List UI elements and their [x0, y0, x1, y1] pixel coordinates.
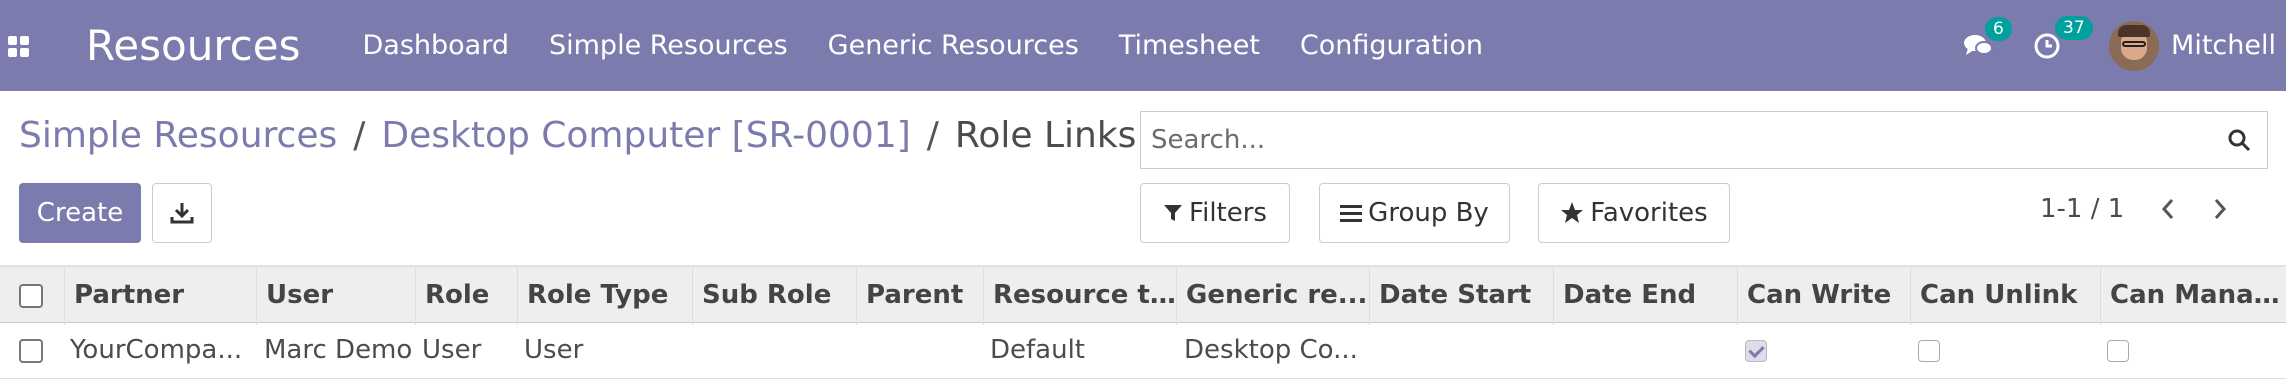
select-all-checkbox[interactable]: [19, 284, 43, 308]
navbar-right: 6 37 Mitchell: [1963, 0, 2286, 91]
search-input[interactable]: [1141, 114, 2227, 166]
cell-generic-resource: Desktop Co...: [1184, 335, 1358, 365]
breadcrumb-current: Role Links: [954, 115, 1137, 156]
activities-button[interactable]: 37: [2033, 15, 2093, 60]
header-sub-role[interactable]: Sub Role: [702, 280, 852, 310]
filters-label: Filters: [1189, 198, 1267, 228]
header-date-start[interactable]: Date Start: [1379, 280, 1554, 310]
breadcrumb-separator: /: [353, 115, 366, 156]
chevron-left-icon: [2162, 199, 2174, 219]
breadcrumb: Simple Resources / Desktop Computer [SR-00…: [19, 115, 1136, 156]
list-icon: [1340, 205, 1363, 222]
menu-timesheet[interactable]: Timesheet: [1119, 30, 1260, 61]
breadcrumb-desktop-computer[interactable]: Desktop Computer [SR-0001]: [381, 115, 910, 156]
filters-button[interactable]: Filters: [1140, 183, 1290, 243]
menu-configuration[interactable]: Configuration: [1300, 30, 1483, 61]
header-user[interactable]: User: [266, 280, 416, 310]
search-icon[interactable]: [2227, 128, 2251, 152]
header-date-end[interactable]: Date End: [1563, 280, 1738, 310]
pager-value[interactable]: 1-1 / 1: [2040, 194, 2124, 224]
header-generic-resource[interactable]: Generic re...: [1186, 280, 1371, 310]
messages-button[interactable]: 6: [1963, 16, 2012, 59]
search-box: [1140, 111, 2268, 169]
create-button[interactable]: Create: [19, 183, 141, 243]
header-resource-type[interactable]: Resource t...: [993, 280, 1178, 310]
row-select-checkbox[interactable]: [19, 339, 43, 363]
cell-resource-type: Default: [990, 335, 1085, 365]
breadcrumb-simple-resources[interactable]: Simple Resources: [19, 115, 337, 156]
pager-next-button[interactable]: [2212, 197, 2228, 221]
apps-menu-icon[interactable]: [8, 35, 29, 57]
favorites-button[interactable]: Favorites: [1538, 183, 1730, 243]
table-row[interactable]: YourCompa... Marc Demo User User Default…: [0, 323, 2286, 379]
export-button[interactable]: [152, 183, 212, 243]
cell-partner: YourCompa...: [70, 335, 243, 365]
can-write-checkbox[interactable]: [1745, 340, 1767, 362]
download-icon: [170, 203, 194, 224]
group-by-button[interactable]: Group By: [1319, 183, 1510, 243]
table-header: Partner User Role Role Type Sub Role Par…: [0, 265, 2286, 325]
can-unlink-checkbox[interactable]: [1918, 340, 1940, 362]
chevron-right-icon: [2215, 199, 2227, 219]
user-avatar[interactable]: [2109, 20, 2160, 71]
pager: 1-1 / 1: [2040, 194, 2228, 224]
group-by-label: Group By: [1368, 198, 1489, 228]
header-can-manage[interactable]: Can Manag...: [2110, 280, 2286, 310]
activities-count-badge: 37: [2055, 15, 2093, 40]
can-manage-checkbox[interactable]: [2107, 340, 2129, 362]
breadcrumb-separator: /: [926, 115, 939, 156]
menu-generic-resources[interactable]: Generic Resources: [828, 30, 1079, 61]
header-role-type[interactable]: Role Type: [527, 280, 687, 310]
header-can-unlink[interactable]: Can Unlink: [1920, 280, 2095, 310]
user-name[interactable]: Mitchell: [2171, 30, 2276, 61]
top-navbar: Resources Dashboard Simple Resources Gen…: [0, 0, 2286, 91]
menu-simple-resources[interactable]: Simple Resources: [549, 30, 788, 61]
app-brand[interactable]: Resources: [86, 21, 301, 70]
favorites-label: Favorites: [1590, 198, 1708, 228]
cell-role: User: [422, 335, 482, 365]
main-menu: Dashboard Simple Resources Generic Resou…: [363, 30, 1524, 61]
header-partner[interactable]: Partner: [74, 280, 254, 310]
header-parent[interactable]: Parent: [866, 280, 981, 310]
star-icon: [1561, 202, 1584, 223]
filter-icon: [1164, 205, 1183, 221]
menu-dashboard[interactable]: Dashboard: [363, 30, 509, 61]
messages-count-badge: 6: [1985, 16, 2012, 41]
cell-user: Marc Demo: [264, 335, 413, 365]
header-can-write[interactable]: Can Write: [1747, 280, 1907, 310]
header-role[interactable]: Role: [425, 280, 515, 310]
cell-role-type: User: [524, 335, 584, 365]
pager-previous-button[interactable]: [2160, 197, 2176, 221]
list-table: Partner User Role Role Type Sub Role Par…: [0, 265, 2286, 379]
